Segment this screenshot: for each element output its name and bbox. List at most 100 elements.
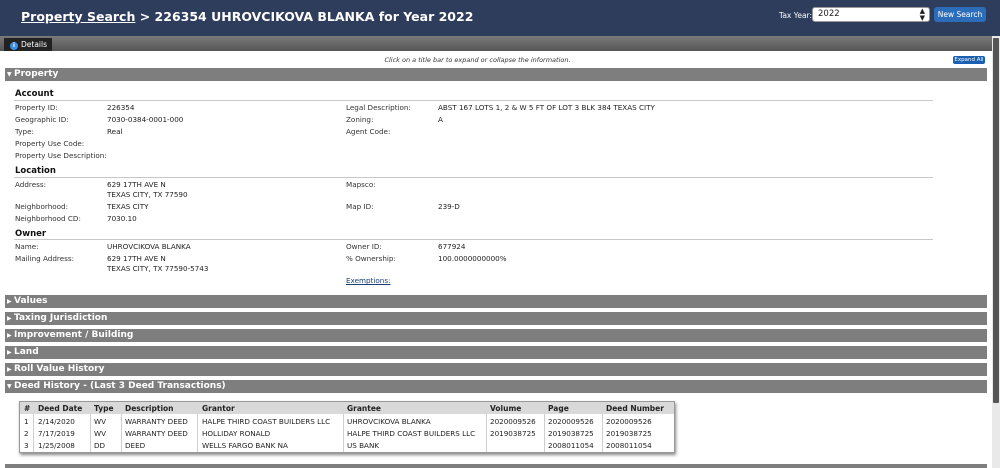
triangle-right-icon: ▶: [7, 366, 12, 373]
table-row: 3 1/25/2008 DD DEED WELLS FARGO BANK NA …: [20, 439, 674, 451]
section-bar-values[interactable]: ▶ Values: [5, 295, 987, 308]
column-header: Deed Number: [606, 404, 664, 413]
triangle-down-icon: ▼: [7, 383, 12, 390]
table-cell: 2020009526: [490, 417, 536, 426]
table-cell: DEED: [125, 441, 146, 450]
address-line1: 629 17TH AVE N: [107, 180, 166, 189]
table-header-row: # Deed Date Type Description Grantor Gra…: [20, 402, 674, 414]
neighborhood-value: TEXAS CITY: [107, 202, 149, 211]
table-cell: HOLLIDAY RONALD: [202, 429, 271, 438]
owner-name-value: UHROVCIKOVA BLANKA: [107, 242, 191, 251]
owner-id-value: 677924: [438, 242, 466, 251]
divider: [14, 177, 933, 178]
page-title: Property Search > 226354 UHROVCIKOVA BLA…: [21, 9, 473, 24]
legal-description-label: Legal Description:: [346, 103, 411, 112]
divider: [14, 100, 933, 101]
section-title-deed-history: Deed History - (Last 3 Deed Transactions…: [14, 381, 226, 391]
column-header: Grantee: [347, 404, 382, 413]
neighborhood-cd-value: 7030.10: [107, 214, 137, 223]
owner-heading: Owner: [15, 229, 47, 239]
section-title-property: Property: [14, 69, 59, 79]
geographic-id-value: 7030-0384-0001-000: [107, 115, 184, 124]
type-label: Type:: [15, 127, 34, 136]
section-bar-roll-value-history[interactable]: ▶ Roll Value History: [5, 363, 987, 376]
mailing-address-line2: TEXAS CITY, TX 77590-5743: [107, 264, 209, 273]
triangle-right-icon: ▶: [7, 298, 12, 305]
info-icon: i: [10, 42, 18, 50]
divider: [14, 239, 933, 240]
tab-details-label: Details: [21, 40, 48, 49]
ownership-label: % Ownership:: [346, 254, 396, 263]
tax-year-select[interactable]: 2022 ▲ ▼: [812, 7, 930, 22]
address-line2: TEXAS CITY, TX 77590: [107, 190, 188, 199]
column-header: Page: [548, 404, 569, 413]
table-cell: 7/17/2019: [38, 429, 75, 438]
table-cell: 2019038725: [606, 429, 652, 438]
neighborhood-label: Neighborhood:: [15, 202, 69, 211]
mapsco-label: Mapsco:: [346, 180, 376, 189]
legal-description-value: ABST 167 LOTS 1, 2 & W 5 FT OF LOT 3 BLK…: [438, 103, 655, 112]
table-cell: 2019038725: [548, 429, 594, 438]
column-header: Deed Date: [38, 404, 83, 413]
table-row: 2 7/17/2019 WV WARRANTY DEED HOLLIDAY RO…: [20, 427, 674, 439]
geographic-id-label: Geographic ID:: [15, 115, 69, 124]
section-title-land: Land: [14, 347, 39, 357]
ownership-value: 100.0000000000%: [438, 254, 507, 263]
table-cell: 1: [24, 417, 29, 426]
top-header-bar: Property Search > 226354 UHROVCIKOVA BLA…: [0, 0, 1000, 36]
triangle-down-icon: ▼: [7, 71, 12, 78]
mailing-address-line1: 629 17TH AVE N: [107, 254, 166, 263]
page-title-text: > 226354 UHROVCIKOVA BLANKA for Year 202…: [135, 9, 474, 24]
table-cell: WELLS FARGO BANK NA: [202, 441, 288, 450]
map-id-label: Map ID:: [346, 202, 374, 211]
table-cell: 2008011054: [606, 441, 652, 450]
zoning-label: Zoning:: [346, 115, 374, 124]
column-header: #: [24, 404, 31, 413]
table-cell: 2019038725: [490, 429, 536, 438]
expand-hint-text: Click on a title bar to expand or collap…: [384, 56, 571, 64]
property-id-label: Property ID:: [15, 103, 58, 112]
owner-name-label: Name:: [15, 242, 39, 251]
section-bar-improvement[interactable]: ▶ Improvement / Building: [5, 329, 987, 342]
table-cell: WARRANTY DEED: [125, 429, 188, 438]
tab-bar: [0, 36, 992, 51]
select-arrows-icon: ▲ ▼: [919, 7, 925, 22]
table-cell: 2: [24, 429, 29, 438]
section-title-taxing: Taxing Jurisdiction: [14, 313, 108, 323]
table-cell: UHROVCIKOVA BLANKA: [347, 417, 431, 426]
section-bar-taxing-jurisdiction[interactable]: ▶ Taxing Jurisdiction: [5, 312, 987, 325]
tax-year-value: 2022: [818, 9, 840, 19]
section-title-values: Values: [14, 296, 48, 306]
location-heading: Location: [15, 166, 56, 176]
triangle-right-icon: ▶: [7, 315, 12, 322]
account-heading: Account: [15, 89, 54, 99]
scrollbar-thumb[interactable]: [993, 38, 999, 403]
section-title-improvement: Improvement / Building: [14, 330, 134, 340]
owner-id-label: Owner ID:: [346, 242, 382, 251]
new-search-button[interactable]: New Search: [934, 7, 986, 22]
section-bar-land[interactable]: ▶ Land: [5, 346, 987, 359]
triangle-right-icon: ▶: [7, 332, 12, 339]
tab-details[interactable]: i Details: [4, 38, 53, 51]
table-cell: 2008011054: [548, 441, 594, 450]
section-bar-deed-history[interactable]: ▼ Deed History - (Last 3 Deed Transaction…: [5, 380, 987, 393]
property-search-link[interactable]: Property Search: [21, 9, 135, 24]
section-bar-property[interactable]: ▼ Property: [5, 68, 987, 81]
column-header: Type: [94, 404, 114, 413]
property-id-value: 226354: [107, 103, 135, 112]
table-cell: 2020009526: [606, 417, 652, 426]
table-cell: WV: [94, 429, 107, 438]
triangle-right-icon: ▶: [7, 349, 12, 356]
table-cell: 1/25/2008: [38, 441, 75, 450]
section-bar-partial[interactable]: [5, 464, 987, 468]
column-header: Grantor: [202, 404, 235, 413]
expand-all-button[interactable]: Expand All: [953, 56, 985, 64]
mailing-address-label: Mailing Address:: [15, 254, 75, 263]
exemptions-link[interactable]: Exemptions:: [346, 276, 391, 285]
table-cell: HALPE THIRD COAST BUILDERS LLC: [202, 417, 331, 426]
type-value: Real: [107, 127, 123, 136]
property-use-description-label: Property Use Description:: [15, 151, 107, 160]
deed-history-table: # Deed Date Type Description Grantor Gra…: [19, 401, 675, 453]
neighborhood-cd-label: Neighborhood CD:: [15, 214, 81, 223]
table-cell: 3: [24, 441, 29, 450]
